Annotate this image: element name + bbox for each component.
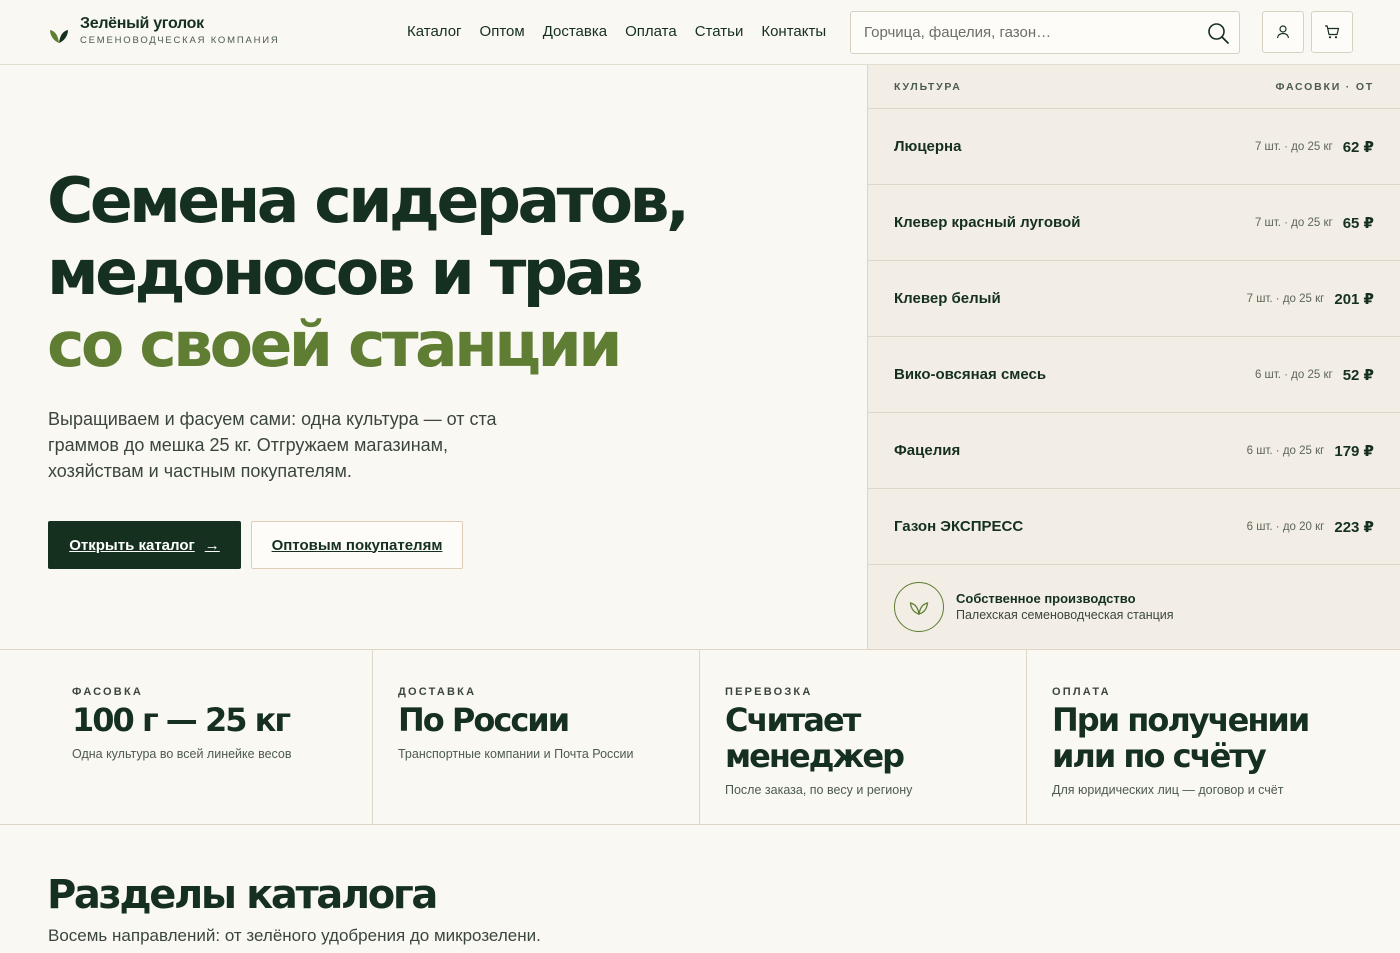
price-info: 6 шт. · до 25 кг 179 ₽	[1247, 442, 1374, 460]
nav-contacts[interactable]: Контакты	[761, 22, 826, 42]
hero-title-line-2: медоносов и трав	[47, 236, 644, 309]
feature-label: Оплата	[1052, 686, 1111, 698]
wholesale-buyers-button[interactable]: Оптовым покупателям	[251, 521, 463, 569]
feature-note: Для юридических лиц — договор и счёт	[1052, 783, 1284, 797]
column-packs: Фасовки · от	[1275, 80, 1374, 93]
catalog-sections-title: Разделы каталога	[47, 872, 438, 918]
price-list-header: Культура Фасовки · от	[868, 65, 1400, 109]
culture-name: Вико-овсяная смесь	[894, 366, 1047, 383]
culture-name: Клевер белый	[894, 290, 1001, 307]
feature-delivery: Доставка По России Транспортные компании…	[373, 650, 700, 824]
feature-value: 100 г — 25 кг	[72, 701, 291, 739]
price-value: 201 ₽	[1334, 290, 1374, 308]
culture-name: Газон ЭКСПРЕСС	[894, 518, 1024, 535]
logo-subtitle: Семеноводческая компания	[80, 35, 280, 46]
price-value: 65 ₽	[1342, 214, 1374, 232]
catalog-sections-lead: Восемь направлений: от зелёного удобрени…	[48, 926, 541, 945]
nav-wholesale[interactable]: Оптом	[480, 22, 525, 42]
price-row[interactable]: Клевер красный луговой 7 шт. · до 25 кг …	[868, 185, 1400, 261]
own-production-badge: Собственное производство Палехская семен…	[868, 565, 1400, 649]
feature-label: Доставка	[398, 686, 477, 698]
culture-name: Фацелия	[894, 442, 961, 459]
leaf-logo-icon	[50, 30, 68, 43]
feature-note: Транспортные компании и Почта России	[398, 747, 634, 761]
hero-lead: Выращиваем и фасуем сами: одна культура …	[48, 409, 497, 481]
culture-name: Клевер красный луговой	[894, 214, 1081, 231]
price-row[interactable]: Люцерна 7 шт. · до 25 кг 62 ₽	[868, 109, 1400, 185]
price-value: 179 ₽	[1334, 442, 1374, 460]
price-row[interactable]: Газон ЭКСПРЕСС 6 шт. · до 20 кг 223 ₽	[868, 489, 1400, 565]
culture-name: Люцерна	[894, 138, 962, 155]
hero-title: Семена сидератов, медоносов и трав со св…	[47, 164, 690, 381]
cart-icon	[1325, 25, 1340, 39]
nav-payment[interactable]: Оплата	[625, 22, 677, 42]
feature-packaging: Фасовка 100 г — 25 кг Одна культура во в…	[0, 650, 373, 824]
account-button[interactable]	[1262, 11, 1304, 53]
feature-note: Одна культура во всей линейке весов	[72, 747, 292, 761]
cart-button[interactable]	[1311, 11, 1353, 53]
pack-info: 7 шт. · до 25 кг	[1254, 216, 1333, 229]
feature-value: По России	[398, 701, 570, 739]
price-row[interactable]: Клевер белый 7 шт. · до 25 кг 201 ₽	[868, 261, 1400, 337]
nav-delivery[interactable]: Доставка	[543, 22, 607, 42]
price-value: 62 ₽	[1342, 138, 1374, 156]
sprout-icon	[909, 602, 929, 615]
production-circle	[894, 582, 944, 632]
nav-catalog[interactable]: Каталог	[407, 22, 462, 42]
search-icon[interactable]	[1206, 21, 1230, 45]
pack-info: 6 шт. · до 20 кг	[1246, 520, 1325, 533]
feature-value: Считает менеджер	[725, 701, 905, 775]
pack-info: 7 шт. · до 25 кг	[1246, 292, 1325, 305]
pack-info: 7 шт. · до 25 кг	[1254, 140, 1333, 153]
open-catalog-button[interactable]: Открыть каталог →	[48, 521, 241, 569]
price-info: 6 шт. · до 20 кг 223 ₽	[1247, 518, 1374, 536]
price-list: Культура Фасовки · от Люцерна 7 шт. · до…	[867, 65, 1400, 649]
logo-title: Зелёный уголок	[80, 15, 204, 32]
price-info: 7 шт. · до 25 кг 65 ₽	[1255, 214, 1374, 232]
column-culture: Культура	[894, 80, 962, 93]
main-nav: Каталог Оптом Доставка Оплата Статьи Кон…	[407, 22, 844, 42]
price-info: 6 шт. · до 25 кг 52 ₽	[1255, 366, 1374, 384]
feature-label: Перевозка	[725, 686, 813, 698]
hero-section: Семена сидератов, медоносов и трав со св…	[0, 65, 868, 649]
hero-title-line-1: Семена сидератов,	[47, 164, 690, 237]
user-icon	[1276, 25, 1290, 39]
feature-note: После заказа, по весу и региону	[725, 783, 913, 797]
price-value: 52 ₽	[1342, 366, 1374, 384]
nav-articles[interactable]: Статьи	[695, 22, 744, 42]
feature-value: При получении или по счёту	[1052, 701, 1310, 775]
search-box	[850, 11, 1240, 54]
open-catalog-label: Открыть каталог	[69, 536, 195, 554]
price-value: 223 ₽	[1334, 518, 1374, 536]
feature-label: Фасовка	[72, 686, 144, 698]
price-info: 7 шт. · до 25 кг 201 ₽	[1247, 290, 1374, 308]
feature-shipping: Перевозка Считает менеджер После заказа,…	[700, 650, 1027, 824]
hero-title-line-3: со своей станции	[47, 308, 623, 381]
search-input[interactable]	[864, 12, 1194, 53]
price-row[interactable]: Фацелия 6 шт. · до 25 кг 179 ₽	[868, 413, 1400, 489]
production-subtitle: Палехская семеноводческая станция	[956, 608, 1174, 622]
price-info: 7 шт. · до 25 кг 62 ₽	[1255, 138, 1374, 156]
production-title: Собственное производство	[956, 591, 1136, 606]
logo[interactable]: Зелёный уголок Семеноводческая компания	[48, 14, 280, 48]
feature-payment: Оплата При получении или по счёту Для юр…	[1027, 650, 1400, 824]
pack-info: 6 шт. · до 25 кг	[1246, 444, 1325, 457]
features-strip: Фасовка 100 г — 25 кг Одна культура во в…	[0, 649, 1400, 825]
pack-info: 6 шт. · до 25 кг	[1254, 368, 1333, 381]
site-header: Зелёный уголок Семеноводческая компания …	[0, 0, 1400, 65]
price-row[interactable]: Вико-овсяная смесь 6 шт. · до 25 кг 52 ₽	[868, 337, 1400, 413]
arrow-right-icon: →	[204, 536, 220, 554]
